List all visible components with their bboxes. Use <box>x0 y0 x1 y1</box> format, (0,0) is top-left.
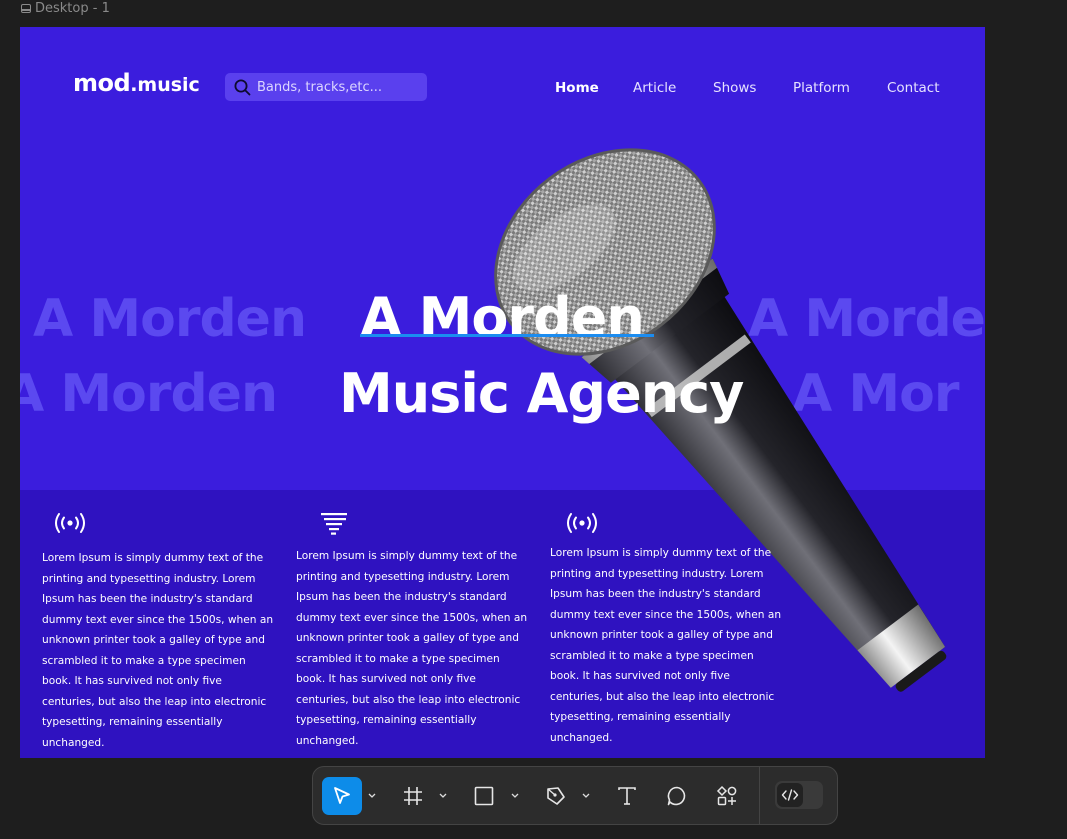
broadcast-icon <box>567 513 597 533</box>
pen-tool-menu[interactable] <box>581 790 591 800</box>
feature-text-3: Lorem Ipsum is simply dummy text of the … <box>550 547 782 744</box>
hero-ghost-text: A Mor <box>792 364 959 424</box>
cursor-icon <box>334 787 350 804</box>
broadcast-icon <box>55 513 85 533</box>
frame-label[interactable]: Desktop - 1 <box>21 1 110 16</box>
tornado-icon <box>321 513 347 535</box>
move-tool-button[interactable] <box>322 777 362 815</box>
hero-ghost-text: A Morden <box>748 289 985 349</box>
frame-tool-menu[interactable] <box>438 790 448 800</box>
frame-title: Desktop - 1 <box>35 1 110 16</box>
chevron-down-icon <box>368 793 376 798</box>
feature-text-1: Lorem Ipsum is simply dummy text of the … <box>42 552 274 749</box>
hero-ghost-text: A Morden <box>33 289 307 349</box>
move-tool-menu[interactable] <box>367 790 377 800</box>
nav-home[interactable]: Home <box>555 80 599 96</box>
text-icon <box>618 787 636 805</box>
components-icon <box>716 785 737 806</box>
nav-shows[interactable]: Shows <box>713 80 756 96</box>
pen-icon <box>547 787 565 805</box>
feature-text-2: Lorem Ipsum is simply dummy text of the … <box>296 550 528 747</box>
shape-tool-menu[interactable] <box>510 790 520 800</box>
frame-tool-button[interactable] <box>393 777 433 815</box>
nav-platform[interactable]: Platform <box>793 80 850 96</box>
design-toolbar <box>312 766 838 825</box>
toolbar-divider <box>759 767 760 824</box>
frame-icon <box>21 4 31 13</box>
main-nav: Home Article Shows Platform Contact <box>20 80 985 98</box>
comment-icon <box>667 786 686 806</box>
chevron-down-icon <box>511 793 519 798</box>
comment-tool-button[interactable] <box>657 777 697 815</box>
text-tool-button[interactable] <box>607 777 647 815</box>
chevron-down-icon <box>582 793 590 798</box>
dev-mode-knob <box>777 783 803 807</box>
frame-icon <box>404 787 422 805</box>
nav-article[interactable]: Article <box>633 80 676 96</box>
hero-underline <box>360 334 654 337</box>
rectangle-icon <box>474 786 494 806</box>
hero-ghost-text: A Morden <box>20 364 278 424</box>
hero-title-line2: Music Agency <box>339 362 744 425</box>
pen-tool-button[interactable] <box>536 777 576 815</box>
actions-tool-button[interactable] <box>707 777 747 815</box>
shape-tool-button[interactable] <box>464 777 504 815</box>
nav-contact[interactable]: Contact <box>887 80 940 96</box>
artboard-desktop[interactable]: mod.music Home Article Shows Platform Co… <box>20 27 985 758</box>
code-icon <box>781 789 799 801</box>
chevron-down-icon <box>439 793 447 798</box>
dev-mode-toggle[interactable] <box>775 781 823 809</box>
